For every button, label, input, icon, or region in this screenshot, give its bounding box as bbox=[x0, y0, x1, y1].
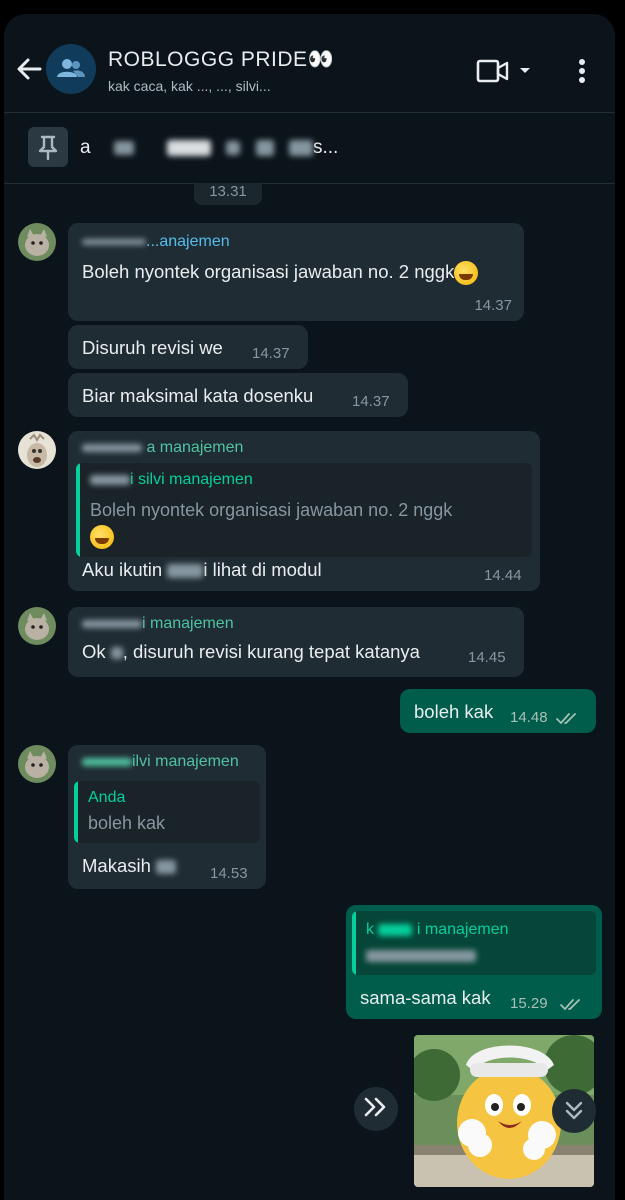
chat-subtitle[interactable]: kak caca, kak ..., ..., silvi... bbox=[108, 78, 448, 94]
message-text-content: Makasih bbox=[82, 855, 151, 876]
message-text: Biar maksimal kata dosenku bbox=[82, 385, 314, 406]
pinned-message-bar[interactable]: a s... bbox=[4, 112, 615, 184]
message-sender[interactable]: a manajemen bbox=[82, 439, 243, 457]
pinned-text-start: a bbox=[80, 137, 91, 158]
redacted-block bbox=[82, 757, 132, 766]
quoted-message[interactable]: Anda boleh kak bbox=[74, 781, 260, 843]
message-text-content: i lihat di modul bbox=[203, 559, 322, 580]
avatar[interactable] bbox=[18, 431, 56, 469]
quoted-sender: i silvi manajemen bbox=[90, 471, 253, 489]
sender-name: ilvi manajemen bbox=[132, 753, 239, 770]
redacted-block bbox=[366, 950, 476, 963]
message-text: Boleh nyontek organisasi jawaban no. 2 n… bbox=[82, 261, 479, 286]
message-bubble[interactable]: Disuruh revisi we 14.37 bbox=[68, 325, 308, 369]
redacted-block bbox=[82, 238, 146, 245]
message-time: 15.29 bbox=[510, 995, 548, 1012]
more-vert-icon[interactable] bbox=[570, 54, 594, 88]
chat-title[interactable]: ROBLOGGG PRIDE👀 bbox=[108, 48, 334, 72]
redacted-block bbox=[288, 139, 313, 156]
message-text: Disuruh revisi we bbox=[82, 337, 223, 358]
message-text: Aku ikutin i lihat di modul bbox=[82, 559, 322, 581]
message-bubble[interactable]: ilvi manajemen Anda boleh kak Makasih 14… bbox=[68, 745, 266, 889]
message-text: Ok , disuruh revisi kurang tepat katanya bbox=[82, 641, 420, 663]
quoted-text: boleh kak bbox=[88, 813, 166, 833]
message-list[interactable]: 13.31 ...anajemen Boleh nyontek organisa… bbox=[4, 183, 615, 1200]
rofl-emoji bbox=[454, 261, 479, 286]
message-text-content: Aku ikutin bbox=[82, 559, 163, 580]
chat-header: ROBLOGGG PRIDE👀 kak caca, kak ..., ..., … bbox=[4, 14, 615, 112]
message-bubble[interactable]: ...anajemen Boleh nyontek organisasi jaw… bbox=[68, 223, 524, 321]
quoted-sender-name: i silvi manajemen bbox=[130, 471, 253, 488]
message-time: 14.44 bbox=[484, 567, 522, 584]
message-bubble[interactable]: i manajemen Ok , disuruh revisi kurang t… bbox=[68, 607, 524, 677]
video-call-icon[interactable] bbox=[476, 54, 536, 88]
scroll-down-icon[interactable] bbox=[552, 1089, 596, 1133]
quoted-text bbox=[366, 945, 476, 966]
message-text: Makasih bbox=[82, 855, 177, 877]
group-avatar-icon[interactable] bbox=[46, 44, 96, 94]
message-bubble-outgoing[interactable]: boleh kak 14.48 bbox=[400, 689, 596, 733]
redacted-block bbox=[90, 474, 130, 485]
pinned-text-end: s... bbox=[312, 137, 339, 158]
quoted-sender: Anda bbox=[88, 789, 126, 806]
pinned-message-text: a s... bbox=[80, 137, 338, 159]
redacted-block bbox=[167, 139, 212, 156]
message-sender[interactable]: i manajemen bbox=[82, 615, 234, 633]
message-time: 14.53 bbox=[210, 865, 248, 882]
message-sender[interactable]: ilvi manajemen bbox=[82, 753, 239, 771]
quoted-message[interactable]: k i manajemen bbox=[352, 911, 596, 975]
quote-bar bbox=[352, 911, 356, 975]
quoted-sender-name: i manajemen bbox=[416, 921, 509, 938]
pin-icon bbox=[28, 127, 68, 167]
message-time: 14.37 bbox=[252, 345, 290, 362]
quoted-sender-name: k bbox=[366, 921, 374, 938]
redacted-block bbox=[378, 923, 413, 936]
redacted-block bbox=[82, 443, 142, 452]
redacted-block bbox=[82, 619, 142, 628]
message-time: 14.45 bbox=[468, 649, 506, 666]
redacted-block bbox=[113, 140, 134, 155]
forward-icon[interactable] bbox=[354, 1087, 398, 1131]
message-bubble-outgoing[interactable]: k i manajemen sama-sama kak 15.29 bbox=[346, 905, 602, 1019]
eyes-emoji: 👀 bbox=[307, 48, 335, 71]
message-text-content: , disuruh revisi kurang tepat katanya bbox=[122, 641, 420, 662]
read-ticks-icon bbox=[556, 713, 576, 725]
message-sender[interactable]: ...anajemen bbox=[82, 233, 230, 251]
redacted-block bbox=[226, 140, 241, 155]
sender-name: ...anajemen bbox=[146, 233, 230, 250]
read-ticks-icon bbox=[560, 999, 580, 1011]
redacted-block bbox=[156, 860, 177, 875]
quote-bar bbox=[74, 781, 78, 843]
chat-title-text: ROBLOGGG PRIDE bbox=[108, 48, 308, 71]
quote-bar bbox=[76, 463, 80, 557]
redacted-block bbox=[167, 564, 204, 579]
quoted-message[interactable]: i silvi manajemen Boleh nyontek organisa… bbox=[76, 463, 532, 557]
avatar[interactable] bbox=[18, 745, 56, 783]
sender-name: a manajemen bbox=[146, 439, 244, 456]
sender-name: i manajemen bbox=[142, 615, 234, 632]
avatar[interactable] bbox=[18, 223, 56, 261]
avatar[interactable] bbox=[18, 607, 56, 645]
redacted-block bbox=[110, 647, 123, 660]
message-time: 14.48 bbox=[510, 709, 548, 726]
back-arrow-icon[interactable] bbox=[12, 52, 46, 86]
message-text-content: Boleh nyontek organisasi jawaban no. 2 n… bbox=[82, 261, 455, 282]
message-text: sama-sama kak bbox=[360, 987, 491, 1008]
message-bubble[interactable]: Biar maksimal kata dosenku 14.37 bbox=[68, 373, 408, 417]
message-bubble[interactable]: a manajemen i silvi manajemen Boleh nyon… bbox=[68, 431, 540, 591]
message-time: 14.37 bbox=[474, 297, 512, 314]
redacted-block bbox=[255, 139, 274, 156]
message-text: boleh kak bbox=[414, 701, 494, 722]
quoted-sender: k i manajemen bbox=[366, 921, 509, 939]
quoted-text: Boleh nyontek organisasi jawaban no. 2 n… bbox=[90, 497, 520, 550]
time-divider: 13.31 bbox=[194, 183, 262, 205]
message-time: 14.37 bbox=[352, 393, 390, 410]
message-text-content: Ok bbox=[82, 641, 106, 662]
rofl-emoji bbox=[90, 525, 114, 550]
chat-screen: ROBLOGGG PRIDE👀 kak caca, kak ..., ..., … bbox=[4, 14, 615, 1200]
quoted-text-content: Boleh nyontek organisasi jawaban no. 2 n… bbox=[90, 500, 453, 520]
